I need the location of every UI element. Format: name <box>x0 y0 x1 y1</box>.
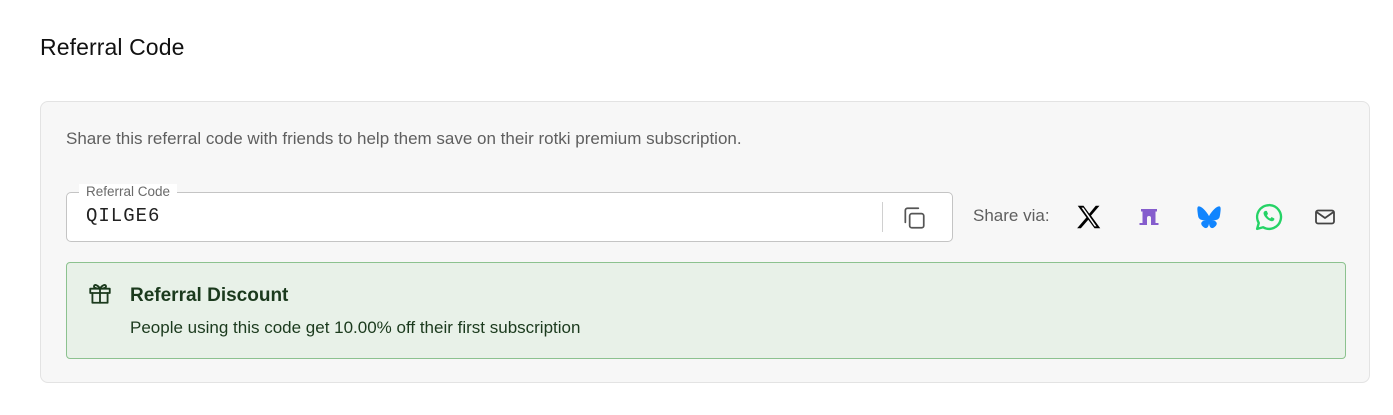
copy-button[interactable] <box>899 203 929 233</box>
referral-card: Share this referral code with friends to… <box>40 101 1370 383</box>
referral-description: Share this referral code with friends to… <box>66 129 742 148</box>
x-icon <box>1077 205 1101 229</box>
share-via-label: Share via: <box>973 206 1050 225</box>
share-farcaster-button[interactable] <box>1132 200 1166 234</box>
field-divider <box>882 202 883 232</box>
referral-code-value[interactable]: QILGE6 <box>86 205 160 227</box>
copy-icon <box>904 207 925 229</box>
alert-text: People using this code get 10.00% off th… <box>130 318 581 337</box>
referral-code-field[interactable]: Referral Code QILGE6 <box>66 184 953 242</box>
farcaster-icon <box>1139 209 1159 225</box>
share-email-button[interactable] <box>1308 200 1342 234</box>
share-x-button[interactable] <box>1072 200 1106 234</box>
email-icon <box>1315 209 1335 225</box>
share-bluesky-button[interactable] <box>1192 200 1226 234</box>
bluesky-icon <box>1197 206 1221 229</box>
referral-code-label: Referral Code <box>79 184 178 200</box>
whatsapp-icon <box>1255 203 1283 231</box>
alert-title: Referral Discount <box>130 285 289 306</box>
page-title: Referral Code <box>40 34 185 60</box>
share-whatsapp-button[interactable] <box>1252 200 1286 234</box>
gift-icon <box>89 284 111 304</box>
referral-discount-alert: Referral Discount People using this code… <box>66 262 1346 359</box>
